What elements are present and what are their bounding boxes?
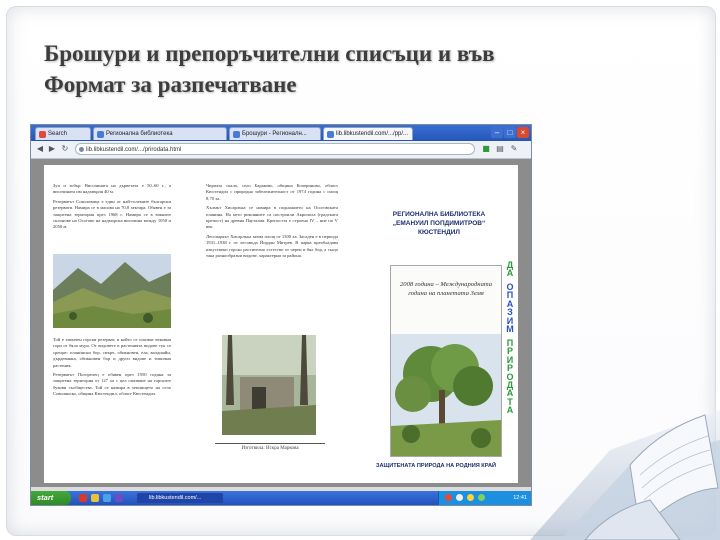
wrench-icon[interactable]: ✎ bbox=[509, 144, 519, 154]
reload-icon[interactable]: ↻ bbox=[60, 144, 70, 154]
cover-bottom-title: ЗАЩИТЕНАТА ПРИРОДА НА РОДНИЯ КРАЙ bbox=[375, 463, 497, 469]
bookmark-icon[interactable]: ■ bbox=[481, 144, 491, 154]
paragraph: Хълмът Хисарлъка се намира в подножието … bbox=[206, 205, 338, 230]
page-icon bbox=[97, 131, 104, 138]
maximize-icon[interactable]: □ bbox=[504, 127, 516, 138]
close-icon[interactable]: × bbox=[517, 127, 529, 138]
slide-title-line-2: Формат за разпечатване bbox=[44, 72, 297, 97]
vertical-letter: М bbox=[506, 324, 514, 335]
page-menu-icon[interactable]: ▤ bbox=[495, 144, 505, 154]
vertical-word-da: Д А bbox=[505, 260, 515, 279]
taskbar-browser-button[interactable]: lib.libkustendil.com/... bbox=[137, 493, 223, 503]
mountain-photo bbox=[53, 254, 171, 328]
paragraph: Зуп и тобър. Височината на дърветата е 5… bbox=[53, 183, 171, 195]
page-viewport: Зуп и тобър. Височината на дърветата е 5… bbox=[31, 159, 531, 487]
google-icon bbox=[39, 131, 46, 138]
forward-icon[interactable]: ▶ bbox=[47, 144, 57, 154]
tab-bar: Search Регионална библиотека Брошури - Р… bbox=[31, 125, 531, 141]
tab-label: lib.libkustendil.com/.../pp/... bbox=[336, 131, 409, 137]
browser-icon[interactable] bbox=[103, 494, 111, 502]
vertical-letter: А bbox=[506, 405, 514, 416]
tray-volume-icon[interactable] bbox=[467, 494, 474, 501]
signature-line bbox=[215, 443, 325, 444]
tab-label: Брошури - Регионалн... bbox=[242, 131, 307, 137]
slide-title: Брошури и препоръчителни списъци и във Ф… bbox=[44, 38, 644, 100]
taskbar: start lib.libkustendil.com/... 12:41 bbox=[31, 491, 531, 505]
paragraph: Лесопаркът Хисарлъка заема площ от 1300 … bbox=[206, 233, 338, 259]
app-icon[interactable] bbox=[115, 494, 123, 502]
paragraph: Резерватът Погорелец е обявен през 1950 … bbox=[53, 372, 171, 397]
brochure-page: Зуп и тобър. Височината на дърветата е 5… bbox=[44, 165, 518, 483]
address-bar: ◀ ▶ ↻ lib.libkustendil.com/.../prirodata… bbox=[31, 141, 531, 159]
page-icon bbox=[327, 131, 334, 138]
author-caption: Изготвила: Искра Маркова bbox=[241, 446, 299, 451]
tab-brochures[interactable]: Брошури - Регионалн... bbox=[229, 127, 321, 140]
folder-icon[interactable] bbox=[91, 494, 99, 502]
vertical-word-opazim: О П А З И М bbox=[505, 282, 515, 335]
paragraph: Чирпата скала, село Бараково, община Коч… bbox=[206, 183, 338, 201]
ruins-photo bbox=[222, 335, 316, 435]
media-icon[interactable] bbox=[79, 494, 87, 502]
paragraph: Той е типичен горски резерват, в който с… bbox=[53, 337, 171, 368]
browser-window: Search Регионална библиотека Брошури - Р… bbox=[30, 124, 532, 506]
tab-active-page[interactable]: lib.libkustendil.com/.../pp/... bbox=[323, 127, 413, 140]
system-tray: 12:41 bbox=[438, 491, 531, 505]
vertical-word-prirodata: П Р И Р О Д А Т А bbox=[505, 338, 515, 416]
tree-photo bbox=[391, 334, 501, 456]
tab-search[interactable]: Search bbox=[35, 127, 91, 140]
brochure-middle-column: Чирпата скала, село Бараково, община Коч… bbox=[206, 183, 338, 262]
brochure-left-column-lower: Той е типичен горски резерват, в който с… bbox=[53, 337, 171, 401]
library-name: РЕГИОНАЛНА БИБЛИОТЕКА „ЕМАНУИЛ ПОПДИМИТР… bbox=[392, 211, 486, 236]
tray-network-icon[interactable] bbox=[456, 494, 463, 501]
tab-regional-library[interactable]: Регионална библиотека bbox=[93, 127, 227, 140]
cover-quote: 2008 година – Международната година на п… bbox=[400, 281, 492, 297]
page-icon bbox=[233, 131, 240, 138]
tray-alert-icon[interactable] bbox=[445, 494, 452, 501]
slide-title-line-1: Брошури и препоръчителни списъци и във bbox=[44, 41, 495, 66]
start-button[interactable]: start bbox=[31, 491, 71, 505]
back-icon[interactable]: ◀ bbox=[35, 144, 45, 154]
tab-label: Регионална библиотека bbox=[106, 131, 173, 137]
paragraph: Резерватът Соколовица е един от най-голе… bbox=[53, 198, 171, 230]
tray-security-icon[interactable] bbox=[478, 494, 485, 501]
cover-image-box: 2008 година – Международната година на п… bbox=[390, 265, 502, 457]
vertical-letter: А bbox=[506, 268, 514, 279]
minimize-icon[interactable]: – bbox=[491, 127, 503, 138]
clock: 12:41 bbox=[513, 495, 527, 501]
url-input[interactable]: lib.libkustendil.com/.../prirodata.html bbox=[75, 143, 475, 155]
brochure-left-column: Зуп и тобър. Височината на дърветата е 5… bbox=[53, 183, 171, 234]
tab-label: Search bbox=[48, 131, 68, 137]
